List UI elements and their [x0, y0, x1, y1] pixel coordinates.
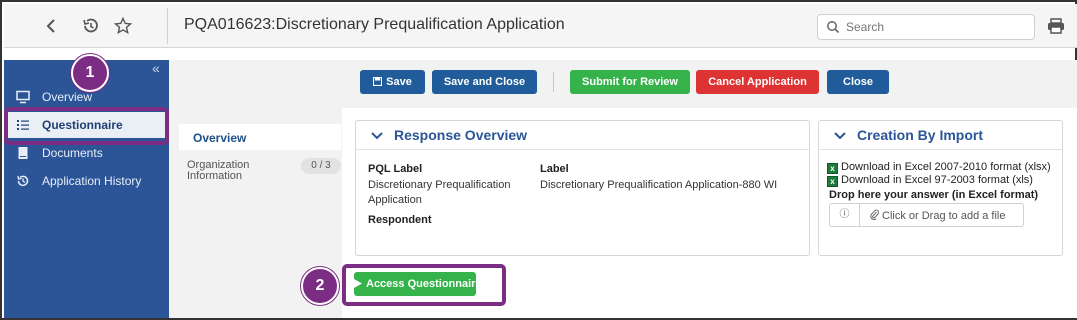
highlight-box-questionnaire — [4, 107, 169, 145]
search-input[interactable] — [846, 18, 1026, 36]
chevron-down-icon — [371, 132, 383, 140]
file-upload-dropzone[interactable]: ⓘ Click or Drag to add a file — [829, 203, 1024, 227]
card-header[interactable]: Response Overview — [370, 127, 527, 143]
step-badge-2: 2 — [301, 267, 339, 305]
divider — [356, 149, 809, 150]
pql-label-value: Discretionary Prequalification Applicati… — [368, 179, 511, 206]
save-icon — [373, 76, 383, 87]
save-label: Save — [386, 76, 412, 88]
top-bar: PQA016623:Discretionary Prequalification… — [4, 4, 1077, 48]
collapse-sidebar-icon[interactable]: « — [152, 60, 160, 76]
download-xls-link[interactable]: x Download in Excel 97-2003 format (xls) — [827, 174, 1033, 187]
cancel-application-button[interactable]: Cancel Application — [696, 70, 819, 94]
close-button[interactable]: Close — [827, 70, 889, 94]
download-xls-label: Download in Excel 97-2003 format (xls) — [841, 174, 1033, 186]
progress-count-badge: 0 / 3 — [301, 158, 341, 174]
sidebar: « Overview Questionnaire Documents Appli… — [4, 60, 169, 318]
back-icon[interactable] — [42, 16, 62, 36]
info-icon[interactable]: ⓘ — [830, 204, 860, 226]
upload-text: Click or Drag to add a file — [870, 209, 1006, 222]
pql-label-heading: PQL Label — [368, 163, 423, 175]
page-title: PQA016623:Discretionary Prequalification… — [184, 16, 565, 33]
save-and-close-button[interactable]: Save and Close — [432, 70, 537, 94]
creation-by-import-card: Creation By Import x Download in Excel 20… — [818, 120, 1063, 256]
save-button[interactable]: Save — [360, 70, 425, 94]
step-badge-1: 1 — [71, 54, 109, 92]
card-title: Response Overview — [394, 127, 528, 143]
excel-icon: x — [827, 163, 838, 174]
excel-icon: x — [827, 176, 838, 187]
respondent-heading: Respondent — [368, 214, 432, 226]
upload-label: Click or Drag to add a file — [882, 210, 1006, 222]
drop-zone-label: Drop here your answer (in Excel format) — [829, 189, 1039, 201]
print-icon[interactable] — [1047, 18, 1065, 34]
sidebar-item-label: Documents — [42, 146, 103, 160]
label-heading: Label — [540, 163, 569, 175]
response-overview-card: Response Overview PQL Label Discretionar… — [355, 120, 810, 256]
label-value: Discretionary Prequalification Applicati… — [540, 179, 778, 191]
star-icon[interactable] — [113, 16, 133, 36]
chevron-down-icon — [834, 132, 846, 140]
divider — [167, 8, 168, 44]
subnav-item-overview[interactable]: Overview — [179, 124, 341, 150]
download-xlsx-label: Download in Excel 2007-2010 format (xlsx… — [841, 161, 1051, 173]
toolbar-divider — [553, 72, 554, 92]
card-header[interactable]: Creation By Import — [833, 127, 983, 143]
sidebar-item-label: Application History — [42, 174, 142, 188]
monitor-icon — [16, 90, 30, 104]
divider — [819, 149, 1062, 150]
sidebar-item-label: Overview — [42, 90, 93, 104]
download-xlsx-link[interactable]: x Download in Excel 2007-2010 format (xls… — [827, 161, 1051, 174]
paperclip-icon — [870, 209, 880, 221]
history-icon[interactable] — [81, 16, 101, 36]
subnav-item-label: Overview — [193, 131, 247, 145]
subnav-item-organization-information[interactable]: Organization Information — [187, 160, 295, 182]
search-box[interactable] — [817, 14, 1035, 40]
search-icon — [826, 19, 840, 35]
app-window: PQA016623:Discretionary Prequalification… — [0, 0, 1077, 320]
highlight-box-access-questionnaire — [342, 264, 506, 306]
history-icon — [16, 174, 30, 188]
card-title: Creation By Import — [857, 127, 984, 143]
document-icon — [16, 146, 30, 160]
sidebar-item-application-history[interactable]: Application History — [4, 168, 169, 194]
submit-for-review-button[interactable]: Submit for Review — [570, 70, 690, 94]
